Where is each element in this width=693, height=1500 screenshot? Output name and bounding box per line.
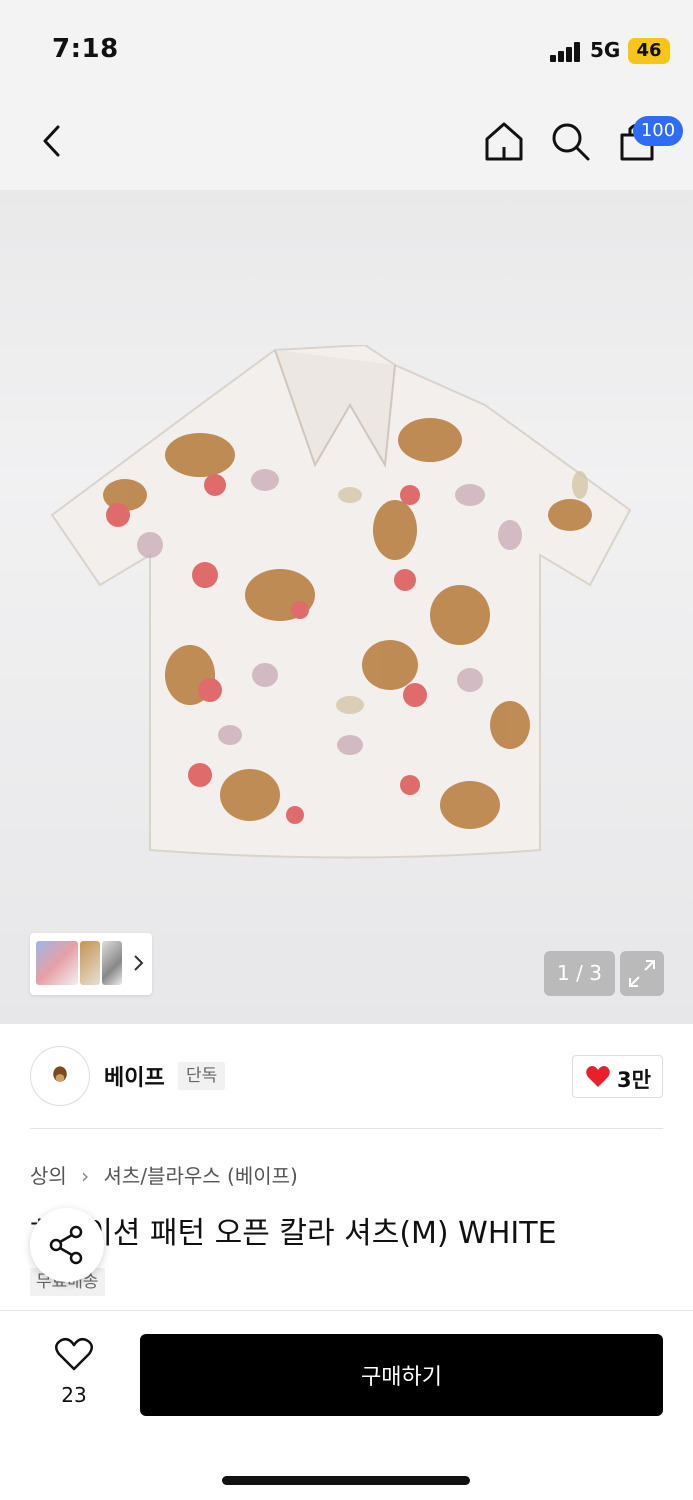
bottom-action-bar: 23 구매하기 (0, 1310, 693, 1500)
product-image-gallery[interactable]: 1 / 3 (0, 190, 693, 1024)
back-icon[interactable] (36, 121, 72, 161)
buy-button[interactable]: 구매하기 (140, 1334, 663, 1416)
home-icon[interactable] (482, 119, 526, 163)
expand-button[interactable] (620, 951, 664, 996)
brand-name[interactable]: 베이프 (104, 1060, 165, 1092)
network-type: 5G (590, 38, 621, 62)
thumbnail-2[interactable] (80, 941, 100, 985)
signal-icon (550, 40, 582, 62)
exclusive-badge: 단독 (178, 1062, 226, 1090)
image-pager: 1 / 3 (544, 951, 615, 996)
status-bar: 7:18 5G 46 (0, 0, 693, 95)
product-image (50, 345, 632, 859)
breadcrumb: 상의 › 셔츠/블라우스 (베이프) (30, 1160, 298, 1189)
brand-like-button[interactable]: 3만 (572, 1055, 663, 1098)
brand-logo[interactable] (30, 1046, 90, 1106)
heart-outline-icon (55, 1337, 93, 1371)
breadcrumb-category[interactable]: 상의 (30, 1164, 67, 1188)
thumbnail-strip[interactable] (30, 933, 152, 995)
thumbnail-3[interactable] (102, 941, 122, 985)
product-title: 하와이션 패턴 오픈 칼라 셔츠(M) WHITE (30, 1216, 557, 1251)
top-nav (0, 95, 693, 190)
wish-button[interactable]: 23 (50, 1337, 98, 1417)
ape-head-icon (53, 1066, 67, 1082)
expand-icon (629, 960, 655, 987)
chevron-right-icon: › (81, 1164, 90, 1188)
cart-count-badge: 100 (633, 116, 683, 146)
breadcrumb-subcategory[interactable]: 셔츠/블라우스 (베이프) (104, 1164, 298, 1188)
home-indicator (222, 1476, 470, 1485)
heart-filled-icon (586, 1066, 610, 1087)
brand-like-count: 3만 (617, 1068, 651, 1092)
brand-row: 베이프 단독 3만 (0, 1024, 693, 1129)
divider (30, 1128, 663, 1129)
share-button[interactable] (30, 1208, 104, 1282)
share-icon (49, 1225, 83, 1265)
search-icon[interactable] (548, 119, 592, 163)
battery-icon: 46 (628, 38, 670, 64)
thumbnail-1[interactable] (36, 941, 78, 985)
chevron-right-icon[interactable] (132, 953, 144, 973)
wish-count: 23 (61, 1383, 87, 1407)
status-time: 7:18 (52, 34, 119, 64)
